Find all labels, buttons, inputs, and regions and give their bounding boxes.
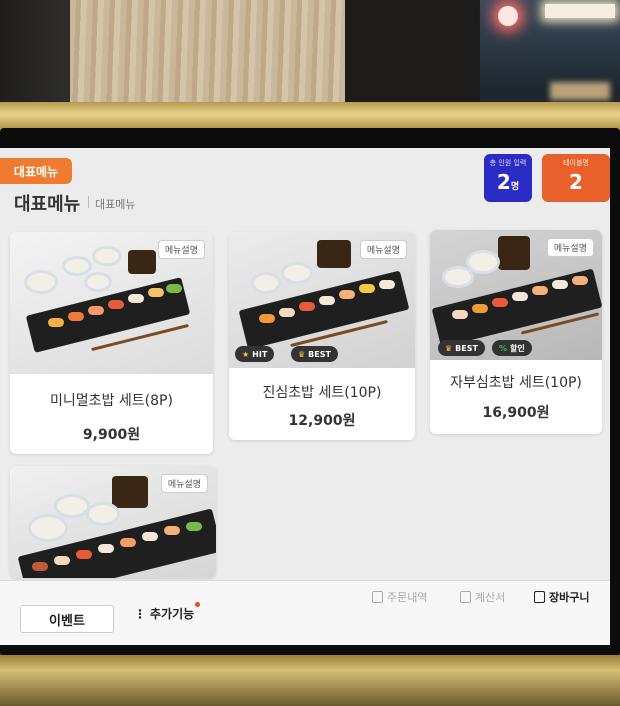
more-vertical-icon: ⋮ [134,606,146,621]
people-count-unit: 명 [510,182,520,192]
tag-best: ♛ BEST [438,340,485,356]
table-number-label: 테이블명 [563,159,589,167]
tag-best: ♛ BEST [291,346,338,362]
notification-dot [195,602,201,607]
people-count-badge[interactable]: 총 인원 입력 2명 [484,154,532,202]
cart-button[interactable]: 장바구니 [534,589,589,605]
background-light [498,6,518,26]
kiosk-screen: 대표메뉴 대표메뉴 대표메뉴 총 인원 입력 2명 테이블명 2 메뉴설명 미니… [0,148,610,645]
tag-label: BEST [308,349,331,359]
crown-icon: ♛ [445,343,453,353]
people-count-value: 2 [496,170,511,194]
tag-label: BEST [455,343,478,353]
menu-item-price: 9,900원 [82,427,141,443]
order-history-label: 주문내역 [387,591,428,604]
crown-icon: ♛ [298,349,306,359]
star-icon: ★ [242,349,250,359]
order-history-button[interactable]: 주문내역 [372,589,427,605]
people-count-label: 총 인원 입력 [489,159,527,167]
checkout-button[interactable]: 계산서 [460,589,505,605]
more-functions-label: 추가기능 [150,607,195,621]
kiosk-frame-bottom [0,655,620,706]
tag-label: HIT [252,349,268,359]
menu-description-button[interactable]: 메뉴설명 [546,238,594,257]
background-light-reflection [550,82,610,100]
menu-item-name: 미니멀초밥 세트(8P) [50,393,173,409]
page-title: 대표메뉴 [14,194,81,215]
checkout-label: 계산서 [475,591,506,604]
cart-icon [534,591,545,603]
table-number-badge: 테이블명 2 [542,154,610,202]
more-functions-button[interactable]: ⋮ 추가기능 [134,602,201,622]
discount-icon: % [499,343,508,353]
tag-label: 할인 [510,343,525,353]
category-tab-main-menu[interactable]: 대표메뉴 [0,158,72,184]
bottom-toolbar: 이벤트 ⋮ 추가기능 주문내역 계산서 장바구니 [0,580,610,645]
menu-description-button[interactable]: 메뉴설명 [157,240,205,259]
receipt-icon [372,591,383,603]
menu-item-name: 자부심초밥 세트(10P) [450,375,582,391]
event-button[interactable]: 이벤트 [20,605,114,633]
menu-card[interactable]: 메뉴설명 ★ HIT ♛ BEST 진심초밥 세트(10P) 12,900원 [229,232,415,440]
tag-discount: % 할인 [492,340,532,356]
table-number-value: 2 [569,170,583,194]
menu-item-price: 12,900원 [288,413,356,429]
menu-card[interactable]: 메뉴설명 ♛ BEST % 할인 자부심초밥 세트(10P) 16,900원 [430,230,602,434]
menu-item-price: 16,900원 [482,405,550,421]
menu-item-name: 진심초밥 세트(10P) [262,385,382,401]
menu-card[interactable]: 메뉴설명 [10,466,216,578]
menu-description-button[interactable]: 메뉴설명 [359,240,407,259]
tag-hit: ★ HIT [235,346,275,362]
cart-label: 장바구니 [549,591,590,604]
breadcrumb: 대표메뉴 [95,198,136,211]
breadcrumb-divider [88,196,89,208]
menu-description-button[interactable]: 메뉴설명 [160,474,208,493]
background-light-strip [545,4,615,18]
menu-card[interactable]: 메뉴설명 미니멀초밥 세트(8P) 9,900원 [10,232,213,454]
bill-icon [460,591,471,603]
